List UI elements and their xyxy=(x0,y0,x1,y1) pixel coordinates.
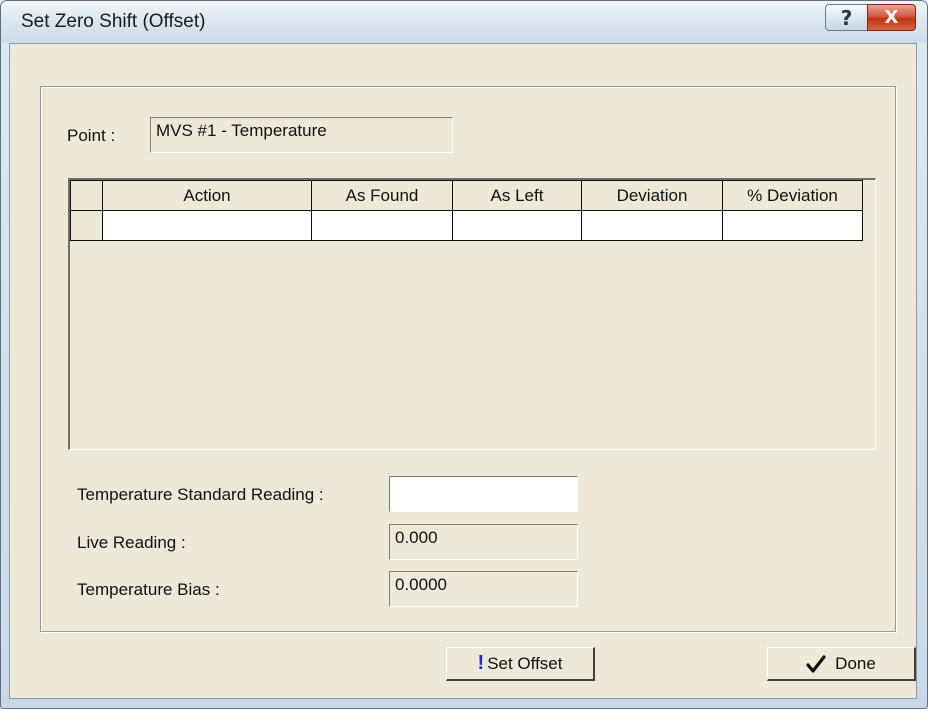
help-button[interactable]: ? xyxy=(825,4,868,31)
close-button[interactable]: X xyxy=(867,4,916,31)
calibration-table: Action As Found As Left Deviation % Devi… xyxy=(70,180,863,241)
as-found-cell[interactable] xyxy=(311,210,453,241)
exclamation-icon: ! xyxy=(477,652,485,674)
live-reading-field: 0.000 xyxy=(389,524,578,560)
dialog-window: Set Zero Shift (Offset) ? X Point : MVS … xyxy=(0,0,928,709)
temperature-bias-label: Temperature Bias : xyxy=(77,580,220,599)
point-field: MVS #1 - Temperature xyxy=(150,117,453,153)
percent-deviation-cell[interactable] xyxy=(722,210,863,241)
column-header-percent-deviation[interactable]: % Deviation xyxy=(722,180,863,211)
checkmark-icon xyxy=(806,654,826,673)
done-button[interactable]: Done xyxy=(767,647,916,681)
point-value: MVS #1 - Temperature xyxy=(156,121,327,140)
live-reading-label: Live Reading : xyxy=(77,533,186,552)
column-header-deviation[interactable]: Deviation xyxy=(581,180,723,211)
row-header-cell[interactable] xyxy=(70,210,103,241)
title-bar[interactable]: Set Zero Shift (Offset) ? X xyxy=(1,1,927,43)
point-label: Point : xyxy=(67,126,116,145)
set-offset-label: Set Offset xyxy=(487,653,563,673)
set-offset-button[interactable]: ! Set Offset xyxy=(446,647,595,681)
close-icon: X xyxy=(884,7,899,28)
dialog-client-area: Point : MVS #1 - Temperature Action As F… xyxy=(9,43,917,699)
temperature-bias-value: 0.0000 xyxy=(395,575,447,594)
action-cell[interactable] xyxy=(102,210,312,241)
standard-reading-input[interactable] xyxy=(389,476,578,512)
column-header-as-found[interactable]: As Found xyxy=(311,180,453,211)
temperature-bias-field: 0.0000 xyxy=(389,571,578,607)
column-header-action[interactable]: Action xyxy=(102,180,312,211)
done-label: Done xyxy=(835,653,876,673)
table-row[interactable] xyxy=(70,210,863,241)
deviation-cell[interactable] xyxy=(581,210,723,241)
calibration-grid[interactable]: Action As Found As Left Deviation % Devi… xyxy=(68,178,876,450)
standard-reading-label: Temperature Standard Reading : xyxy=(77,485,324,504)
window-title: Set Zero Shift (Offset) xyxy=(21,11,206,32)
as-left-cell[interactable] xyxy=(452,210,582,241)
live-reading-value: 0.000 xyxy=(395,528,438,547)
question-mark-icon: ? xyxy=(840,5,853,30)
table-header-row: Action As Found As Left Deviation % Devi… xyxy=(70,180,863,211)
row-header-corner xyxy=(70,180,103,211)
column-header-as-left[interactable]: As Left xyxy=(452,180,582,211)
